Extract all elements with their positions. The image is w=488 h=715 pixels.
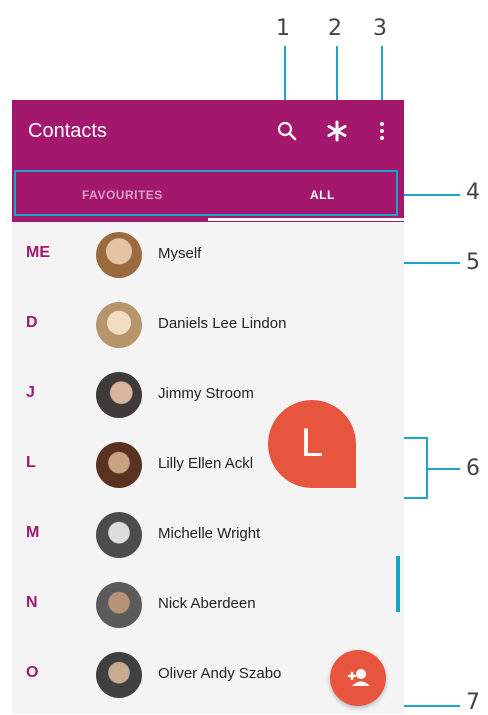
avatar [96,512,142,558]
callout-line-4 [398,194,460,196]
more-vert-icon[interactable] [369,118,395,144]
contacts-app: Contacts FAVOURITES ALL ME Myself D Dani… [12,100,404,714]
add-contact-icon [347,669,370,686]
section-letter: M [26,524,40,541]
scroll-letter-indicator: L [268,400,356,488]
contact-row-me[interactable]: ME Myself [12,222,404,292]
contact-name: Daniels Lee Lindon [158,315,287,332]
callout-line-6c [404,497,428,499]
tab-all[interactable]: ALL [310,188,335,202]
callout-line-6d [428,468,460,470]
toolbar: Contacts [12,100,404,164]
tab-indicator [208,218,404,221]
contact-name: Jimmy Stroom [158,385,254,402]
contact-row-n[interactable]: N Nick Aberdeen [12,572,404,642]
contact-name: Michelle Wright [158,525,261,542]
avatar [96,582,142,628]
app-title: Contacts [28,120,107,142]
section-letter: D [26,314,38,331]
add-contact-button[interactable] [330,650,386,706]
scroll-letter: L [300,421,324,465]
contact-name: Myself [158,245,202,262]
asterisk-icon[interactable] [324,118,350,144]
tab-bar: FAVOURITES ALL [12,164,404,222]
tab-bar-highlight [14,170,398,216]
fast-scroll-handle[interactable] [396,556,400,612]
section-letter: ME [26,244,50,261]
section-letter: O [26,664,39,681]
contact-row-d[interactable]: D Daniels Lee Lindon [12,292,404,362]
avatar [96,652,142,698]
contact-row-m[interactable]: M Michelle Wright [12,502,404,572]
avatar [96,372,142,418]
callout-5: 5 [466,250,480,275]
search-icon[interactable] [274,118,300,144]
avatar [96,232,142,278]
callout-4: 4 [466,180,480,205]
callout-1: 1 [276,16,290,41]
callout-3: 3 [373,16,387,41]
section-letter: L [26,454,36,471]
contact-name: Oliver Andy Szabo [158,665,282,682]
section-letter: N [26,594,38,611]
callout-7: 7 [466,690,480,715]
avatar [96,442,142,488]
avatar [96,302,142,348]
callout-2: 2 [328,16,342,41]
callout-6: 6 [466,456,480,481]
contact-name: Lilly Ellen Ackl [158,455,254,472]
section-letter: J [26,384,35,401]
tab-favourites[interactable]: FAVOURITES [82,188,163,202]
contact-name: Nick Aberdeen [158,595,256,612]
